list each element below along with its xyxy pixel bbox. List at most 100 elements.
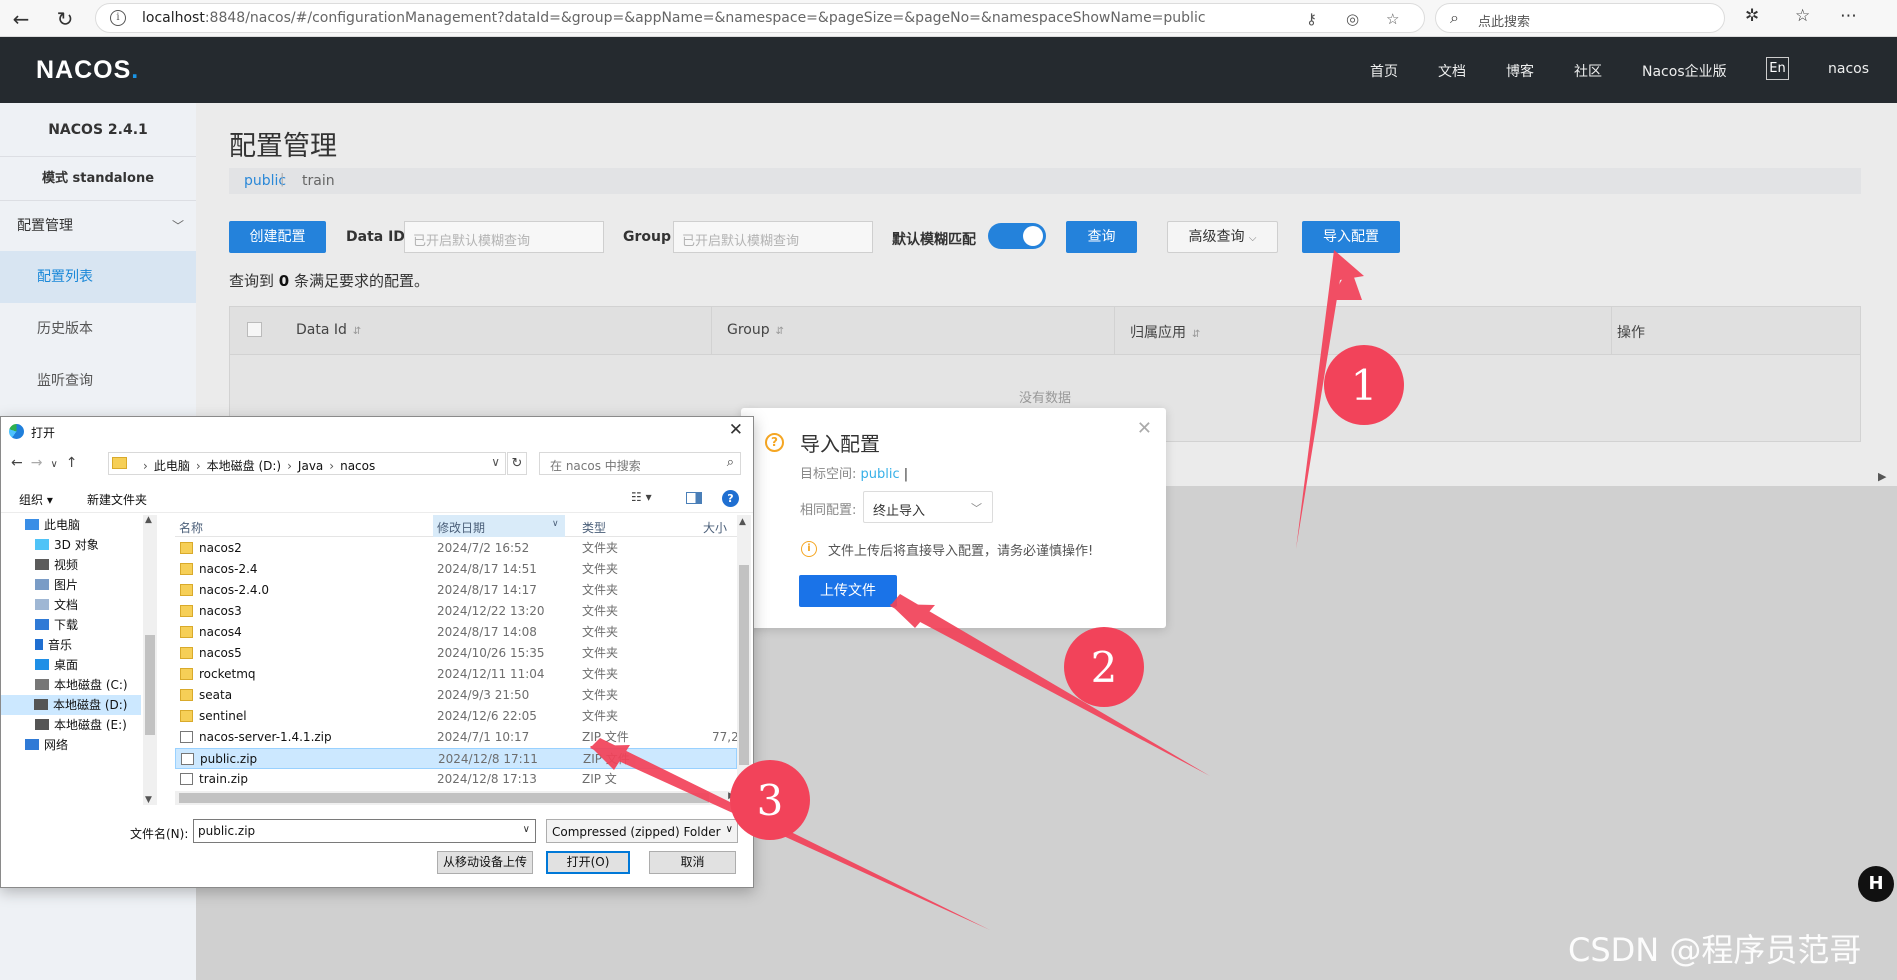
back-icon[interactable]: ← bbox=[8, 6, 34, 32]
upload-file-button[interactable]: 上传文件 bbox=[799, 575, 897, 607]
nav-enterprise[interactable]: Nacos企业版 bbox=[1642, 61, 1727, 81]
back-icon[interactable]: ← bbox=[11, 455, 23, 471]
advanced-query-button[interactable]: 高级查询 ⌵ bbox=[1167, 221, 1278, 253]
extensions-icon[interactable]: ✲ bbox=[1745, 6, 1759, 26]
chevron-down-icon[interactable]: ∨ bbox=[523, 824, 530, 835]
user-name[interactable]: nacos bbox=[1828, 61, 1869, 77]
file-row[interactable]: nacos3 2024/12/22 13:20 文件夹 bbox=[175, 601, 737, 622]
crumb-java[interactable]: Java bbox=[298, 459, 323, 473]
new-folder-button[interactable]: 新建文件夹 bbox=[87, 491, 147, 508]
assistant-badge-icon[interactable]: H bbox=[1858, 866, 1894, 902]
key-icon[interactable]: ⚷ bbox=[1306, 10, 1317, 28]
reload-icon[interactable]: ↻ bbox=[52, 6, 78, 32]
folder-search[interactable]: 在 nacos 中搜索 ⌕ bbox=[539, 452, 741, 475]
col-type[interactable]: 类型 bbox=[582, 519, 606, 536]
page-title: 配置管理 bbox=[229, 131, 337, 162]
recent-icon[interactable]: ∨ bbox=[50, 459, 57, 470]
sidebar-item-listener[interactable]: 监听查询 bbox=[0, 355, 196, 407]
crumb-pc[interactable]: 此电脑 bbox=[154, 459, 190, 473]
tree-item[interactable]: 音乐 bbox=[35, 635, 72, 655]
info-icon[interactable]: i bbox=[110, 10, 126, 26]
tree-item[interactable]: 3D 对象 bbox=[35, 535, 99, 555]
up-icon[interactable]: ↑ bbox=[66, 455, 78, 471]
col-data-id[interactable]: Data Id ⇵ bbox=[296, 322, 361, 338]
upload-from-device-button[interactable]: 从移动设备上传 bbox=[437, 851, 533, 874]
tree-item[interactable]: 下载 bbox=[35, 615, 78, 635]
filetype-value: Compressed (zipped) Folder bbox=[552, 825, 721, 839]
file-row[interactable]: public.zip 2024/12/8 17:11 ZIP 文件 bbox=[175, 748, 737, 769]
view-options-icon[interactable]: ☷ ▾ bbox=[631, 490, 652, 504]
nav-blog[interactable]: 博客 bbox=[1506, 61, 1534, 81]
file-row[interactable]: nacos-server-1.4.1.zip 2024/7/1 10:17 ZIP … bbox=[175, 727, 737, 748]
create-config-button[interactable]: 创建配置 bbox=[229, 221, 326, 253]
same-config-select[interactable]: 终止导入 ﹀ bbox=[863, 491, 993, 523]
file-row[interactable]: nacos-2.4.0 2024/8/17 14:17 文件夹 bbox=[175, 580, 737, 601]
tree-item[interactable]: 此电脑 bbox=[25, 515, 80, 535]
tree-item[interactable]: 桌面 bbox=[35, 655, 78, 675]
col-size[interactable]: 大小 bbox=[703, 519, 727, 536]
nav-community[interactable]: 社区 bbox=[1574, 61, 1602, 81]
sidebar-group-config[interactable]: 配置管理 ﹀ bbox=[0, 201, 196, 251]
browser-search[interactable]: ⌕ 点此搜索 bbox=[1435, 3, 1725, 33]
path-bar[interactable]: › 此电脑 › 本地磁盘 (D:) › Java › nacos ∨ bbox=[108, 452, 506, 475]
file-row[interactable]: nacos4 2024/8/17 14:08 文件夹 bbox=[175, 622, 737, 643]
file-list-hscrollbar[interactable]: ▶ bbox=[175, 791, 737, 805]
language-switch[interactable]: En bbox=[1766, 57, 1789, 80]
file-row[interactable]: nacos5 2024/10/26 15:35 文件夹 bbox=[175, 643, 737, 664]
file-row[interactable]: train.zip 2024/12/8 17:13 ZIP 文 bbox=[175, 769, 737, 790]
crumb-drive[interactable]: 本地磁盘 (D:) bbox=[207, 459, 281, 473]
fuzzy-match-toggle[interactable] bbox=[988, 223, 1046, 249]
organize-button[interactable]: 组织 ▾ bbox=[19, 491, 53, 508]
tree-scrollbar[interactable]: ▲ ▼ bbox=[143, 515, 157, 805]
data-id-label: Data ID bbox=[346, 229, 405, 245]
namespace-train[interactable]: train bbox=[302, 173, 335, 189]
import-config-button[interactable]: 导入配置 bbox=[1302, 221, 1400, 253]
query-button[interactable]: 查询 bbox=[1066, 221, 1137, 253]
help-icon[interactable]: ? bbox=[722, 490, 739, 507]
crumb-nacos[interactable]: nacos bbox=[340, 459, 375, 473]
tree-item[interactable]: 网络 bbox=[25, 735, 68, 755]
address-bar[interactable]: i localhost:8848/nacos/#/configurationMa… bbox=[95, 3, 1425, 33]
sidebar-item-config-list[interactable]: 配置列表 bbox=[0, 251, 196, 303]
file-row[interactable]: sentinel 2024/12/6 22:05 文件夹 bbox=[175, 706, 737, 727]
filename-input[interactable]: public.zip ∨ bbox=[193, 819, 536, 843]
tree-item[interactable]: 文档 bbox=[35, 595, 78, 615]
open-button[interactable]: 打开(O) bbox=[546, 851, 630, 874]
tree-item[interactable]: 视频 bbox=[35, 555, 78, 575]
tree-item-selected[interactable]: 本地磁盘 (D:) bbox=[1, 695, 141, 715]
refresh-icon[interactable]: ↻ bbox=[507, 452, 527, 475]
filetype-select[interactable]: Compressed (zipped) Folder ∨ bbox=[546, 819, 738, 843]
preview-pane-icon[interactable] bbox=[686, 492, 702, 504]
nacos-logo[interactable]: NACOS. bbox=[36, 56, 139, 85]
more-icon[interactable]: ⋯ bbox=[1840, 6, 1857, 26]
data-id-input[interactable]: 已开启默认模糊查询 bbox=[404, 221, 604, 253]
nav-home[interactable]: 首页 bbox=[1370, 61, 1398, 81]
file-row[interactable]: seata 2024/9/3 21:50 文件夹 bbox=[175, 685, 737, 706]
close-icon[interactable]: ✕ bbox=[729, 420, 743, 440]
file-row[interactable]: rocketmq 2024/12/11 11:04 文件夹 bbox=[175, 664, 737, 685]
forward-icon[interactable]: → bbox=[31, 455, 43, 471]
sidebar-item-history[interactable]: 历史版本 bbox=[0, 303, 196, 355]
translate-icon[interactable]: ◎ bbox=[1346, 10, 1359, 28]
folder-icon bbox=[112, 457, 127, 469]
file-row[interactable]: nacos2 2024/7/2 16:52 文件夹 bbox=[175, 538, 737, 559]
col-name[interactable]: 名称 bbox=[179, 519, 203, 536]
chevron-down-icon[interactable]: ∨ bbox=[552, 519, 559, 529]
col-group[interactable]: Group ⇵ bbox=[727, 322, 784, 338]
cancel-button[interactable]: 取消 bbox=[649, 851, 736, 874]
file-list-scrollbar[interactable]: ▲ bbox=[737, 515, 751, 787]
tree-item[interactable]: 本地磁盘 (E:) bbox=[35, 715, 127, 735]
col-date[interactable]: 修改日期 bbox=[437, 519, 485, 536]
group-input[interactable]: 已开启默认模糊查询 bbox=[673, 221, 873, 253]
file-row[interactable]: nacos-2.4 2024/8/17 14:51 文件夹 bbox=[175, 559, 737, 580]
nav-docs[interactable]: 文档 bbox=[1438, 61, 1466, 81]
tree-item[interactable]: 本地磁盘 (C:) bbox=[35, 675, 128, 695]
close-icon[interactable]: ✕ bbox=[1137, 418, 1152, 439]
favorites-icon[interactable]: ☆ bbox=[1795, 6, 1810, 26]
star-icon[interactable]: ☆ bbox=[1386, 10, 1399, 28]
tree-item[interactable]: 图片 bbox=[35, 575, 78, 595]
chevron-down-icon[interactable]: ∨ bbox=[491, 455, 500, 469]
scroll-right-icon[interactable]: ▶ bbox=[1878, 470, 1886, 483]
select-all-checkbox[interactable] bbox=[247, 322, 262, 337]
col-app[interactable]: 归属应用 ⇵ bbox=[1130, 322, 1200, 342]
